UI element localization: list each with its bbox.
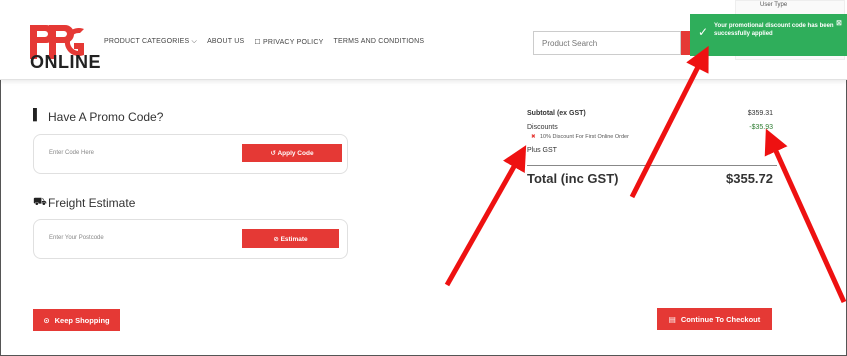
gst-label: Plus GST (527, 147, 557, 154)
total-label: Total (inc GST) (527, 171, 619, 186)
card-icon: ▤ (668, 314, 676, 324)
truck-icon: ⛟ (33, 196, 47, 208)
gst-value: $3 (765, 147, 773, 154)
keep-shopping-button[interactable]: ⊙ Keep Shopping (33, 309, 120, 331)
estimate-button[interactable]: ⊘ Estimate (242, 229, 339, 248)
nav-product-categories[interactable]: PRODUCT CATEGORIES ⌵ (104, 38, 197, 46)
subtotal-label: Subtotal (ex GST) (527, 110, 586, 117)
bookmark-icon: ▌ (33, 109, 41, 121)
nav-about-us[interactable]: ABOUT US (207, 38, 244, 46)
subtotal-value: $359.31 (747, 110, 773, 117)
discount-note: 10% Discount For First Online Order (540, 134, 629, 140)
keep-shopping-label: Keep Shopping (54, 315, 110, 325)
check-icon: ✓ (698, 25, 709, 39)
success-toast: ✓ Your promotional discount code has bee… (690, 14, 847, 56)
toast-message: Your promotional discount code has been … (714, 23, 834, 37)
discounts-value: -$35.93 (749, 124, 773, 131)
checkout-label: Continue To Checkout (680, 314, 761, 324)
postcode-input[interactable]: Enter Your Postcode (43, 230, 233, 248)
main-nav: PRODUCT CATEGORIES ⌵ ABOUT US ☐ PRIVACY … (104, 38, 424, 46)
remove-discount-icon[interactable]: ✖ (531, 134, 536, 140)
freight-title: Freight Estimate (48, 196, 136, 210)
user-type-label: User Type (760, 2, 788, 8)
nav-privacy-policy[interactable]: ☐ PRIVACY POLICY (254, 38, 323, 46)
summary-divider (527, 165, 777, 166)
promo-title: Have A Promo Code? (48, 110, 164, 124)
logo-text: ONLINE (30, 52, 102, 72)
product-search-input[interactable]: Product Search (533, 31, 681, 55)
promo-code-input[interactable]: Enter Code Here (43, 145, 233, 163)
total-value: $355.72 (726, 171, 773, 186)
continue-checkout-button[interactable]: ▤ Continue To Checkout (657, 308, 772, 330)
arrow-circle-icon: ⊙ (43, 315, 50, 325)
apply-code-button[interactable]: ↺ Apply Code (242, 144, 342, 162)
nav-terms[interactable]: TERMS AND CONDITIONS (333, 38, 424, 46)
discounts-label: Discounts (527, 124, 558, 131)
close-icon[interactable]: ⊠ (836, 20, 842, 28)
